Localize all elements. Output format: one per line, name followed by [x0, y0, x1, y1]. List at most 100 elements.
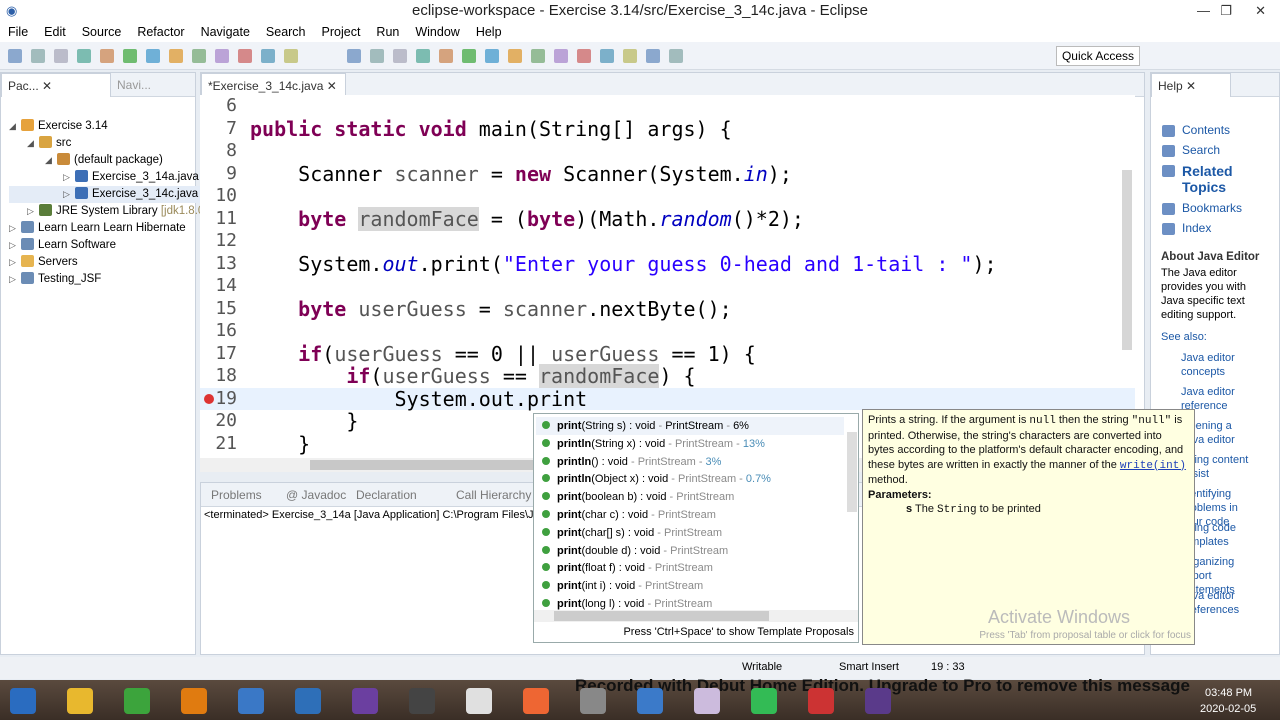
tab-exercise-3-14c[interactable]: *Exercise_3_14c.java ✕ [201, 73, 346, 97]
menu-navigate[interactable]: Navigate [193, 22, 258, 42]
tree-item[interactable]: ▷ Exercise_3_14a.java [9, 169, 204, 186]
taskbar-app-icon[interactable] [238, 688, 264, 714]
error-marker-icon[interactable] [204, 393, 214, 404]
see-also-link[interactable]: Java editor concepts [1181, 351, 1251, 379]
toolbar-button-icon[interactable] [623, 49, 637, 63]
editor-vertical-scrollbar[interactable] [1122, 170, 1132, 350]
help-link-search[interactable]: Search [1182, 143, 1252, 157]
tree-item[interactable]: ▷ Servers [9, 254, 204, 271]
completion-item[interactable]: println() : void - PrintStream - 3% [542, 453, 721, 471]
toolbar-button-icon[interactable] [238, 49, 252, 63]
expand-arrow-icon[interactable]: ▷ [9, 237, 21, 254]
toolbar-button-icon[interactable] [462, 49, 476, 63]
quick-access-input[interactable]: Quick Access [1055, 46, 1140, 66]
toolbar-button-icon[interactable] [146, 49, 160, 63]
menu-help[interactable]: Help [468, 22, 510, 42]
code-editor[interactable]: 6 7 public static void main(String[] args)… [200, 95, 1135, 458]
toolbar-button-icon[interactable] [485, 49, 499, 63]
list-scrollbar[interactable] [847, 432, 857, 512]
completion-item[interactable]: print(long l) : void - PrintStream [542, 595, 712, 613]
completion-item[interactable]: println(Object x) : void - PrintStream -… [542, 470, 771, 488]
toolbar-button-icon[interactable] [192, 49, 206, 63]
toolbar-button-icon[interactable] [215, 49, 229, 63]
maximize-button[interactable]: ❐ [1220, 0, 1232, 22]
toolbar-button-icon[interactable] [100, 49, 114, 63]
toolbar-button-icon[interactable] [554, 49, 568, 63]
expand-arrow-icon[interactable]: ◢ [27, 135, 39, 152]
toolbar-button-icon[interactable] [284, 49, 298, 63]
close-button[interactable]: ✕ [1255, 0, 1266, 22]
tree-item[interactable]: ▷ Exercise_3_14c.java [9, 186, 205, 203]
completion-item[interactable]: print(String s) : void - PrintStream - 6… [536, 417, 844, 435]
toolbar-button-icon[interactable] [646, 49, 660, 63]
completion-item[interactable]: print(double d) : void - PrintStream [542, 542, 728, 560]
minimize-button[interactable]: — [1197, 0, 1210, 22]
taskbar-app-icon[interactable] [10, 688, 36, 714]
tree-item[interactable]: ▷ Learn Software [9, 237, 204, 254]
completion-item[interactable]: println(String x) : void - PrintStream -… [542, 435, 765, 453]
taskbar-app-icon[interactable] [637, 688, 663, 714]
taskbar-app-icon[interactable] [466, 688, 492, 714]
tab-help[interactable]: Help ✕ [1151, 73, 1231, 97]
toolbar-button-icon[interactable] [8, 49, 22, 63]
expand-arrow-icon[interactable]: ▷ [9, 271, 21, 288]
taskbar-app-icon[interactable] [409, 688, 435, 714]
completion-item[interactable]: print(float f) : void - PrintStream [542, 559, 713, 577]
toolbar-button-icon[interactable] [439, 49, 453, 63]
tab-callhierarchy[interactable]: Call Hierarchy [450, 483, 537, 507]
toolbar-button-icon[interactable] [169, 49, 183, 63]
toolbar-button-icon[interactable] [31, 49, 45, 63]
toolbar-button-icon[interactable] [370, 49, 384, 63]
toolbar-button-icon[interactable] [54, 49, 68, 63]
taskbar-app-icon[interactable] [694, 688, 720, 714]
taskbar-app-icon[interactable] [523, 688, 549, 714]
help-link-contents[interactable]: Contents [1182, 123, 1252, 137]
completion-item[interactable]: print(char[] s) : void - PrintStream [542, 524, 722, 542]
tree-item[interactable]: ◢ src [9, 135, 204, 152]
help-link-bookmarks[interactable]: Bookmarks [1182, 201, 1252, 215]
taskbar-app-icon[interactable] [67, 688, 93, 714]
toolbar-button-icon[interactable] [531, 49, 545, 63]
menu-edit[interactable]: Edit [36, 22, 74, 42]
toolbar-button-icon[interactable] [577, 49, 591, 63]
help-link-related-topics[interactable]: Related Topics [1182, 163, 1252, 195]
content-assist-list[interactable]: Press 'Ctrl+Space' to show Template Prop… [533, 413, 859, 643]
toolbar-button-icon[interactable] [600, 49, 614, 63]
tab-declaration[interactable]: Declaration [350, 483, 423, 507]
menu-search[interactable]: Search [258, 22, 314, 42]
completion-item[interactable]: print(int i) : void - PrintStream [542, 577, 703, 595]
completion-item[interactable]: print(char c) : void - PrintStream [542, 506, 716, 524]
expand-arrow-icon[interactable]: ▷ [9, 220, 21, 237]
taskbar-app-icon[interactable] [295, 688, 321, 714]
expand-arrow-icon[interactable]: ▷ [9, 254, 21, 271]
tree-item[interactable]: ▷ Learn Learn Learn Hibernate [9, 220, 204, 237]
toolbar-button-icon[interactable] [416, 49, 430, 63]
tree-item[interactable]: ▷ Testing_JSF [9, 271, 204, 288]
write-int-link[interactable]: write(int) [1120, 460, 1186, 472]
taskbar-app-icon[interactable] [865, 688, 891, 714]
menu-file[interactable]: File [0, 22, 36, 42]
taskbar-app-icon[interactable] [580, 688, 606, 714]
tab-problems[interactable]: Problems [205, 483, 268, 507]
taskbar-app-icon[interactable] [181, 688, 207, 714]
tab-navigator[interactable]: Navi... [111, 73, 157, 97]
tab-javadoc[interactable]: @ Javadoc [280, 483, 352, 507]
toolbar-button-icon[interactable] [393, 49, 407, 63]
completion-item[interactable]: print(boolean b) : void - PrintStream [542, 488, 734, 506]
tree-item[interactable]: ◢ Exercise 3.14 [9, 118, 204, 135]
toolbar-button-icon[interactable] [347, 49, 361, 63]
toolbar-button-icon[interactable] [123, 49, 137, 63]
taskbar-app-icon[interactable] [352, 688, 378, 714]
menu-window[interactable]: Window [407, 22, 467, 42]
menu-run[interactable]: Run [368, 22, 407, 42]
taskbar-app-icon[interactable] [808, 688, 834, 714]
toolbar-button-icon[interactable] [77, 49, 91, 63]
taskbar-app-icon[interactable] [124, 688, 150, 714]
expand-arrow-icon[interactable]: ◢ [9, 118, 21, 135]
toolbar-button-icon[interactable] [261, 49, 275, 63]
expand-arrow-icon[interactable]: ▷ [27, 203, 39, 220]
expand-arrow-icon[interactable]: ◢ [45, 152, 57, 169]
menu-refactor[interactable]: Refactor [129, 22, 192, 42]
menu-project[interactable]: Project [314, 22, 369, 42]
expand-arrow-icon[interactable]: ▷ [63, 186, 75, 203]
